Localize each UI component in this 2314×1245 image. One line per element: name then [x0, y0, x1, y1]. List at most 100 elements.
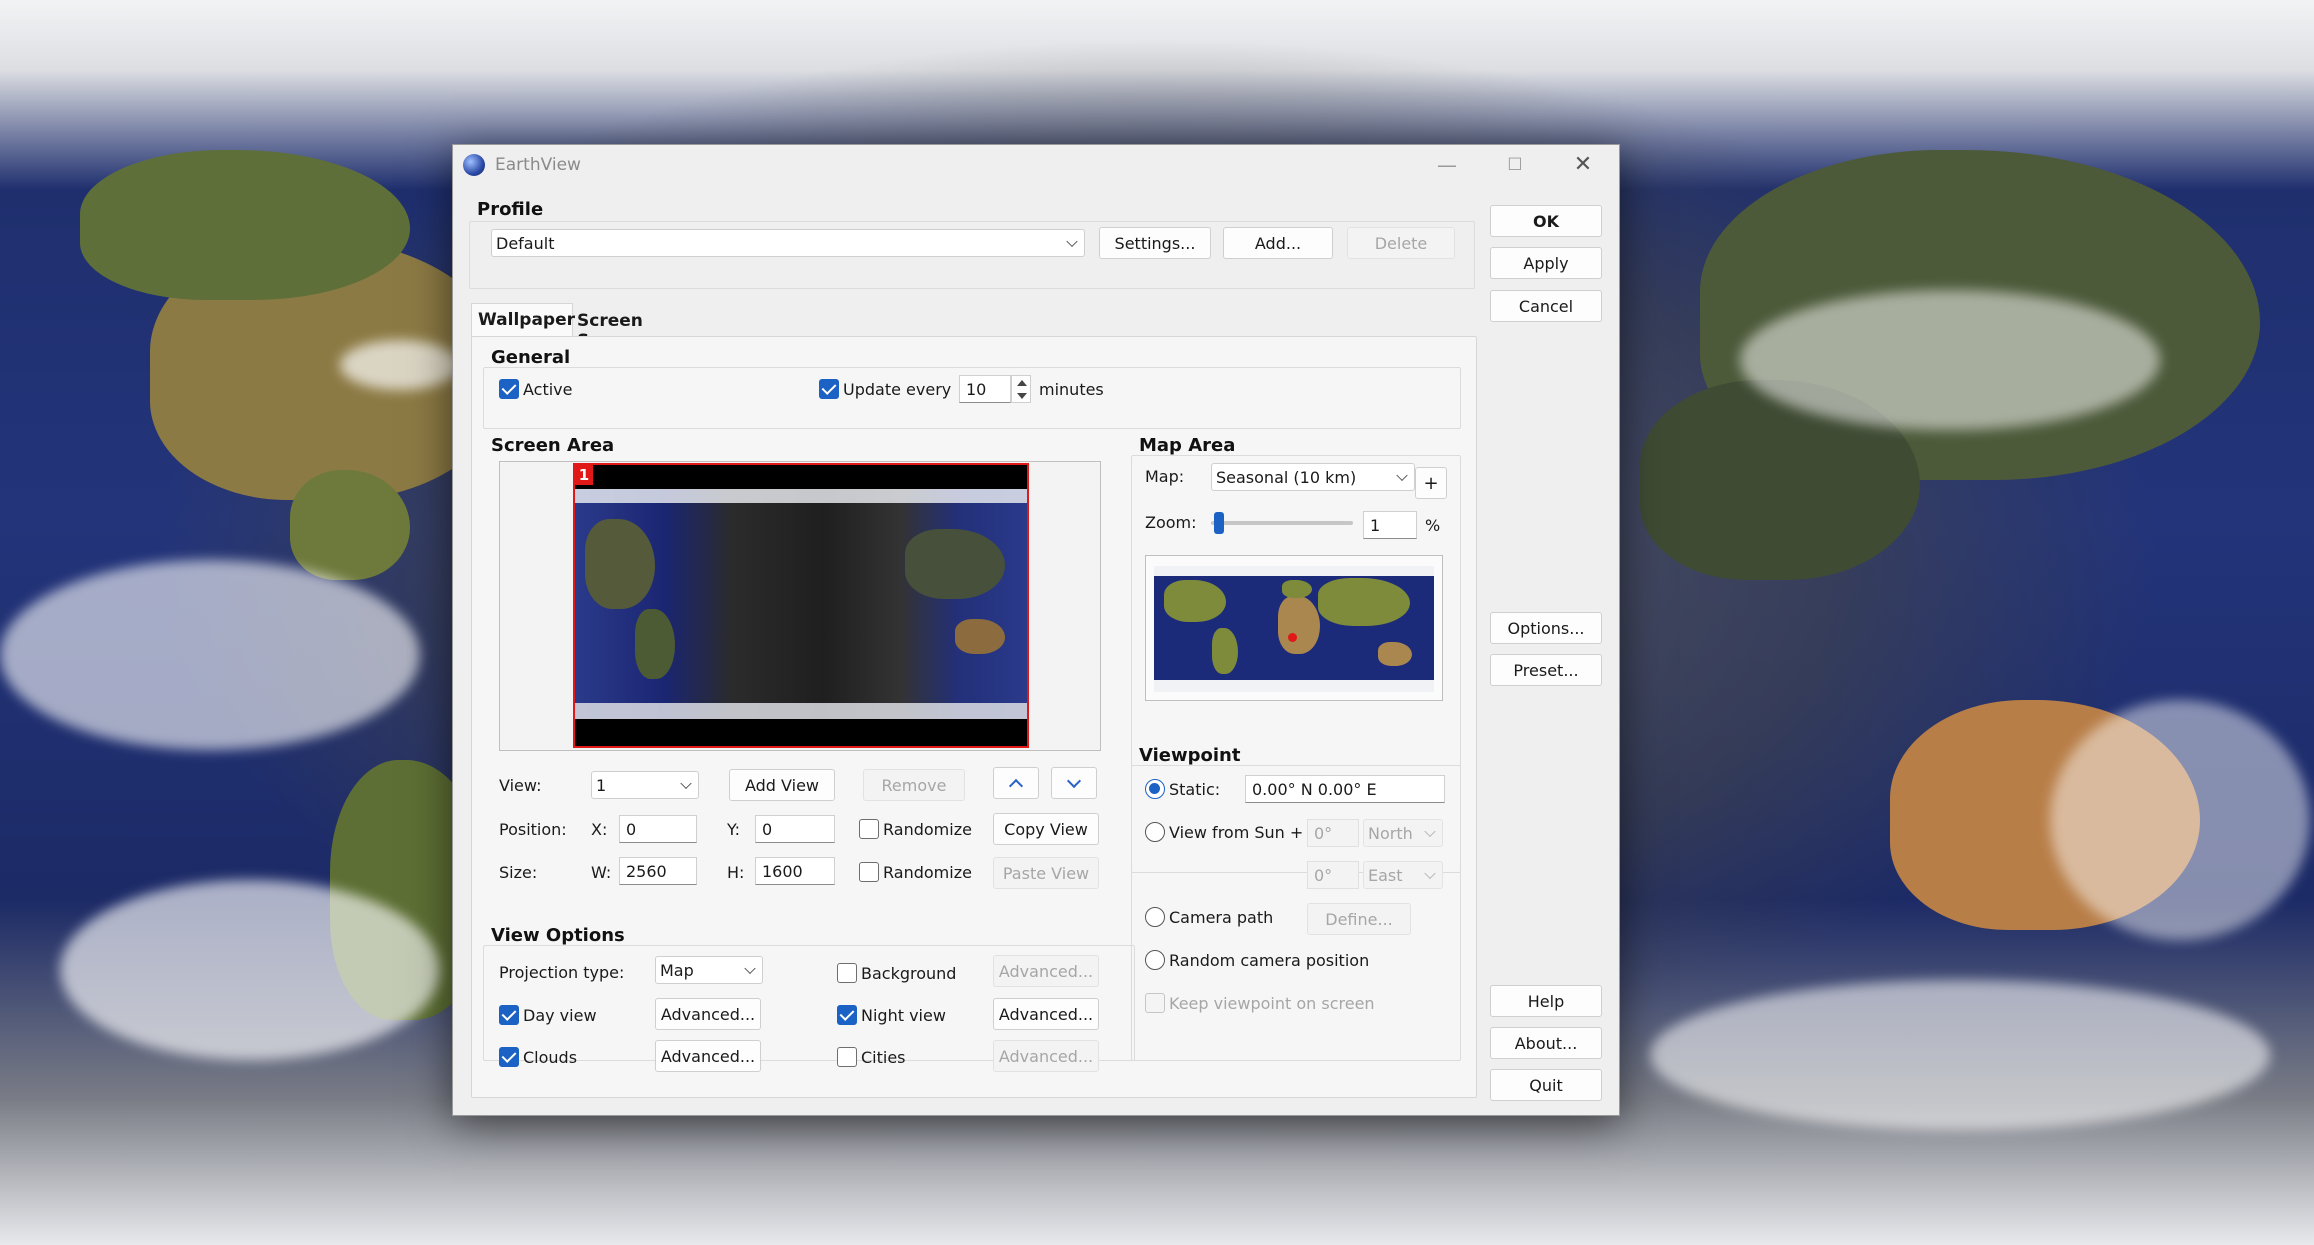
size-width-input[interactable]: 2560 [619, 857, 697, 885]
preview-ice [575, 703, 1027, 719]
monitor-preview-map [575, 489, 1027, 719]
cancel-button[interactable]: Cancel [1490, 290, 1602, 322]
keep-viewpoint-checkbox[interactable] [1145, 993, 1165, 1013]
clouds-label: Clouds [523, 1048, 578, 1067]
thumbnail-continent [1318, 578, 1410, 626]
zoom-slider-thumb[interactable] [1214, 512, 1224, 534]
copy-view-button[interactable]: Copy View [993, 813, 1099, 845]
active-checkbox[interactable] [499, 379, 519, 399]
background-checkbox[interactable] [837, 963, 857, 983]
settings-button[interactable]: Settings... [1099, 227, 1211, 259]
randomize-size-checkbox[interactable] [859, 862, 879, 882]
tab-wallpaper[interactable]: Wallpaper [471, 303, 575, 337]
chevron-down-icon [1396, 469, 1408, 482]
position-y-input[interactable]: 0 [755, 815, 835, 843]
size-height-input[interactable]: 1600 [755, 857, 835, 885]
thumbnail-continent [1212, 628, 1238, 674]
camera-path-radio[interactable] [1145, 907, 1165, 927]
projection-type-value: Map [660, 960, 694, 980]
quit-button[interactable]: Quit [1490, 1069, 1602, 1101]
cities-checkbox[interactable] [837, 1047, 857, 1067]
add-map-button[interactable]: + [1415, 467, 1447, 499]
help-button[interactable]: Help [1490, 985, 1602, 1017]
background-label: Background [861, 964, 957, 983]
paste-view-button[interactable]: Paste View [993, 857, 1099, 889]
update-every-label: Update every [843, 380, 952, 399]
sun-longitude-direction-select[interactable]: East [1363, 861, 1443, 889]
thumbnail-ice [1154, 680, 1434, 692]
wallpaper-land [290, 470, 410, 580]
sun-longitude-input[interactable]: 0° [1307, 861, 1359, 889]
add-view-button[interactable]: Add View [729, 769, 835, 801]
night-view-label: Night view [861, 1006, 946, 1025]
map-select-value: Seasonal (10 km) [1216, 467, 1357, 487]
night-view-checkbox[interactable] [837, 1005, 857, 1025]
static-coordinates-input[interactable]: 0.00° N 0.00° E [1245, 775, 1445, 803]
active-label: Active [523, 380, 573, 399]
spin-up-icon[interactable] [1017, 380, 1027, 386]
map-area-title: Map Area [1139, 435, 1236, 456]
day-view-label: Day view [523, 1006, 597, 1025]
view-from-sun-label: View from Sun + [1169, 823, 1304, 842]
projection-type-select[interactable]: Map [655, 956, 763, 984]
static-radio[interactable] [1145, 779, 1165, 799]
view-select-value: 1 [596, 775, 607, 795]
day-view-advanced-button[interactable]: Advanced... [655, 998, 761, 1030]
random-camera-radio[interactable] [1145, 950, 1165, 970]
camera-path-label: Camera path [1169, 908, 1274, 927]
map-select[interactable]: Seasonal (10 km) [1211, 463, 1415, 491]
view-from-sun-radio[interactable] [1145, 822, 1165, 842]
apply-button[interactable]: Apply [1490, 247, 1602, 279]
window-title: EarthView [495, 155, 581, 175]
update-every-checkbox[interactable] [819, 379, 839, 399]
clouds-checkbox[interactable] [499, 1047, 519, 1067]
day-view-checkbox[interactable] [499, 1005, 519, 1025]
spin-down-icon[interactable] [1017, 393, 1027, 399]
general-title: General [491, 347, 571, 368]
view-select[interactable]: 1 [591, 771, 699, 799]
night-view-advanced-button[interactable]: Advanced... [993, 998, 1099, 1030]
profile-title: Profile [477, 199, 544, 220]
minimize-button[interactable]: — [1413, 145, 1481, 185]
update-interval-input[interactable]: 10 [959, 375, 1011, 403]
preview-continent [955, 619, 1005, 654]
sun-latitude-input[interactable]: 0° [1307, 819, 1359, 847]
monitor-1-preview[interactable]: 1 [573, 463, 1029, 748]
position-x-input[interactable]: 0 [619, 815, 697, 843]
thumbnail-continent [1378, 642, 1412, 666]
zoom-input[interactable]: 1 [1363, 511, 1417, 539]
chevron-down-icon [1424, 825, 1436, 838]
profile-select[interactable]: Default [491, 229, 1085, 257]
add-profile-button[interactable]: Add... [1223, 227, 1333, 259]
update-interval-spinner[interactable] [1011, 375, 1031, 403]
tab-screen-saver[interactable]: Screen Saver [573, 305, 695, 351]
delete-profile-button[interactable]: Delete [1347, 227, 1455, 259]
title-bar[interactable]: EarthView — ☐ ✕ [453, 145, 1619, 185]
chevron-down-icon [744, 962, 756, 975]
move-view-down-button[interactable] [1051, 767, 1097, 799]
thumbnail-ice [1154, 566, 1434, 576]
define-camera-path-button[interactable]: Define... [1307, 903, 1411, 935]
close-button[interactable]: ✕ [1549, 145, 1617, 185]
clouds-advanced-button[interactable]: Advanced... [655, 1040, 761, 1072]
options-button[interactable]: Options... [1490, 612, 1602, 644]
ok-button[interactable]: OK [1490, 205, 1602, 237]
preset-button[interactable]: Preset... [1490, 654, 1602, 686]
h-label: H: [727, 863, 745, 882]
maximize-button[interactable]: ☐ [1481, 145, 1549, 185]
wallpaper-cloud [340, 340, 460, 390]
move-view-up-button[interactable] [993, 767, 1039, 799]
remove-view-button[interactable]: Remove [863, 769, 965, 801]
zoom-slider-track[interactable] [1211, 512, 1353, 534]
keep-viewpoint-label: Keep viewpoint on screen [1169, 994, 1375, 1013]
about-button[interactable]: About... [1490, 1027, 1602, 1059]
zoom-label: Zoom: [1145, 513, 1197, 532]
map-thumbnail[interactable] [1154, 566, 1434, 692]
cities-advanced-button[interactable]: Advanced... [993, 1040, 1099, 1072]
view-options-title: View Options [491, 925, 625, 946]
randomize-position-checkbox[interactable] [859, 819, 879, 839]
wallpaper-land [80, 150, 410, 300]
sun-latitude-direction-select[interactable]: North [1363, 819, 1443, 847]
background-advanced-button[interactable]: Advanced... [993, 955, 1099, 987]
chevron-down-icon [1066, 773, 1082, 789]
